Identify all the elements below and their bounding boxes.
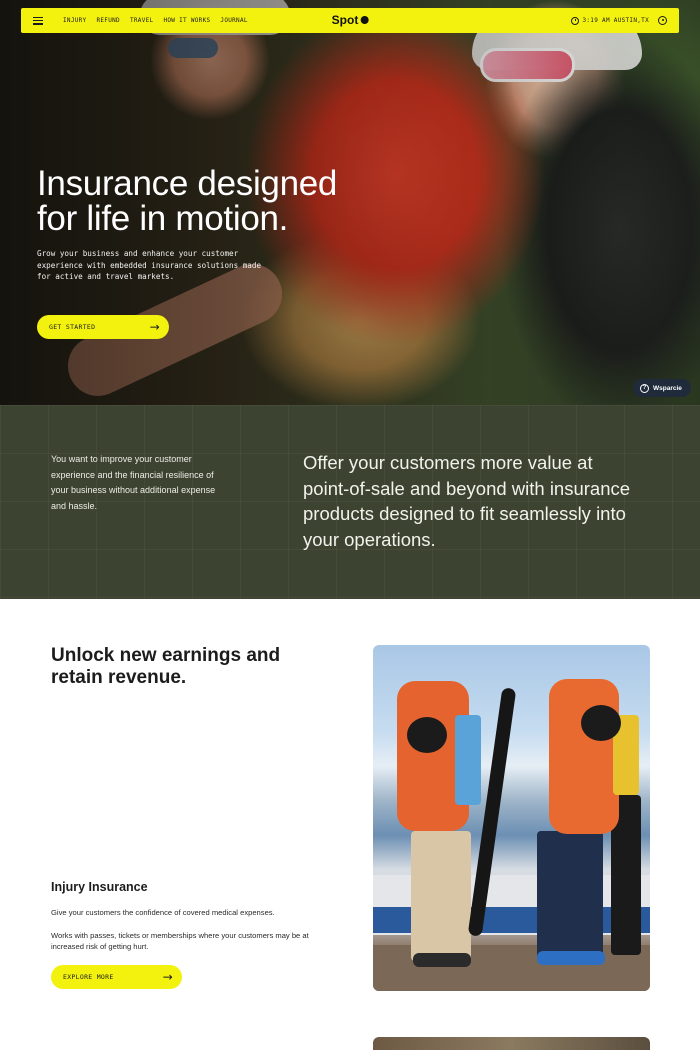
photo-detail	[413, 953, 471, 967]
hero-title-line-2: for life in motion.	[37, 199, 289, 238]
nav-link-journal[interactable]: JOURNAL	[220, 17, 247, 24]
top-navbar: INJURY REFUND TRAVEL HOW IT WORKS JOURNA…	[21, 8, 679, 33]
menu-icon[interactable]	[33, 16, 43, 25]
brand-logo-text: Spot	[331, 13, 359, 27]
photo-detail	[537, 951, 605, 965]
hikers-photo	[373, 645, 650, 991]
hero-title-line-1: Insurance designed	[37, 164, 338, 203]
value-intro-text: You want to improve your customer experi…	[51, 454, 216, 512]
local-time: 3:19 AM AUSTIN,TX	[571, 16, 649, 25]
arrow-right-icon: →	[162, 970, 173, 984]
clock-icon	[571, 16, 580, 25]
next-section-photo	[373, 1037, 650, 1050]
hero-photo-detail	[168, 38, 218, 58]
help-icon: ?	[640, 383, 649, 393]
product-detail: Works with passes, tickets or membership…	[51, 931, 309, 951]
brand-logo[interactable]: Spot	[332, 13, 369, 27]
value-statement: Offer your customers more value at point…	[303, 452, 631, 550]
nav-link-travel[interactable]: TRAVEL	[130, 17, 153, 24]
user-account-icon[interactable]	[658, 16, 667, 25]
hero-photo-detail	[480, 48, 575, 82]
product-description: Give your customers the confidence of co…	[51, 908, 275, 917]
earnings-title: Unlock new earnings and retain revenue.	[51, 645, 281, 688]
nav-link-refund[interactable]: REFUND	[96, 17, 119, 24]
hero-title: Insurance designed for life in motion.	[37, 166, 397, 236]
nav-link-injury[interactable]: INJURY	[63, 17, 86, 24]
explore-more-label: EXPLORE MORE	[63, 973, 114, 981]
photo-detail	[411, 831, 471, 961]
get-started-button[interactable]: GET STARTED →	[37, 315, 169, 339]
hero-subtitle: Grow your business and enhance your cust…	[37, 249, 262, 281]
photo-detail	[581, 705, 621, 741]
support-chat-button[interactable]: ? Wsparcie	[633, 379, 691, 397]
support-label: Wsparcie	[653, 384, 682, 392]
explore-more-button[interactable]: EXPLORE MORE →	[51, 965, 182, 989]
product-title: Injury Insurance	[51, 880, 148, 894]
get-started-label: GET STARTED	[49, 323, 96, 331]
local-time-text: 3:19 AM AUSTIN,TX	[582, 17, 649, 24]
nav-right: 3:19 AM AUSTIN,TX	[571, 16, 667, 25]
photo-detail	[537, 831, 603, 961]
value-section: You want to improve your customer experi…	[0, 405, 700, 599]
nav-links: INJURY REFUND TRAVEL HOW IT WORKS JOURNA…	[63, 17, 248, 24]
logo-dot-icon	[360, 16, 369, 24]
photo-detail	[407, 717, 447, 753]
arrow-right-icon: →	[149, 320, 160, 334]
photo-detail	[549, 679, 619, 834]
nav-link-how-it-works[interactable]: HOW IT WORKS	[163, 17, 210, 24]
photo-detail	[455, 715, 481, 805]
